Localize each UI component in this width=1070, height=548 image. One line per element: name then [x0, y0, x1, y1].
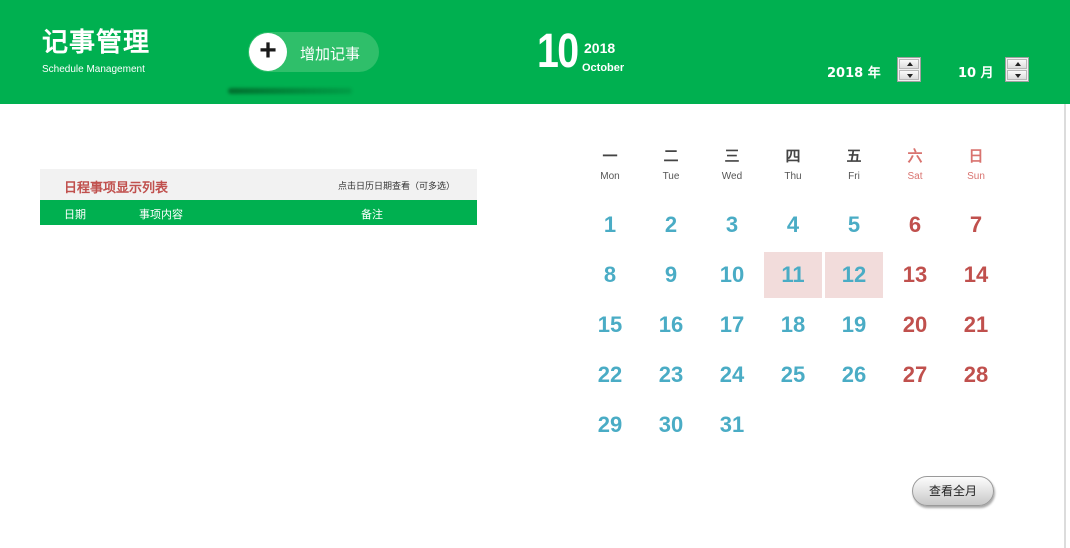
arrow-up-icon	[1015, 62, 1021, 66]
column-header-remarks: 备注	[361, 208, 383, 221]
column-header-date: 日期	[64, 208, 86, 221]
month-select-label: 10 月	[958, 66, 994, 81]
weekday-label-en: Mon	[600, 171, 620, 182]
calendar-day[interactable]: 13	[886, 252, 944, 298]
calendar-day[interactable]: 3	[703, 202, 761, 248]
blurred-text	[228, 88, 352, 94]
current-year: 2018	[584, 40, 616, 56]
calendar-day[interactable]: 21	[947, 302, 1005, 348]
calendar-day[interactable]: 28	[947, 352, 1005, 398]
calendar-day[interactable]: 14	[947, 252, 1005, 298]
schedule-list-hint: 点击日历日期查看（可多选）	[338, 182, 456, 192]
schedule-list-header: 日程事项显示列表 点击日历日期查看（可多选）	[40, 169, 477, 200]
weekday-label-zh: 一	[602, 147, 618, 165]
weekday-label-en: Wed	[721, 171, 743, 182]
weekday-header-sat: 六 Sat	[885, 145, 945, 182]
calendar-day[interactable]: 1	[581, 202, 639, 248]
year-select-label: 2018 年	[827, 66, 881, 81]
calendar-day[interactable]: 7	[947, 202, 1005, 248]
calendar-day[interactable]: 30	[642, 402, 700, 448]
calendar-day[interactable]: 16	[642, 302, 700, 348]
arrow-down-icon	[1015, 74, 1021, 78]
column-header-content: 事项内容	[139, 208, 183, 221]
view-month-button[interactable]: 查看全月	[912, 476, 994, 506]
weekday-label-zh: 日	[968, 147, 984, 165]
calendar-day[interactable]: 23	[642, 352, 700, 398]
calendar-day[interactable]: 11	[764, 252, 822, 298]
schedule-table-header: 日期 事项内容 备注	[40, 200, 477, 225]
weekday-label-en: Sat	[907, 171, 923, 182]
year-spinner[interactable]	[897, 57, 921, 82]
schedule-list-title: 日程事项显示列表	[64, 181, 169, 196]
calendar-day[interactable]: 19	[825, 302, 883, 348]
weekday-header-sun: 日 Sun	[946, 145, 1006, 182]
weekday-header-mon: 一 Mon	[580, 145, 640, 182]
calendar-day[interactable]: 29	[581, 402, 639, 448]
scrollbar-edge	[1064, 104, 1066, 548]
calendar-day[interactable]: 17	[703, 302, 761, 348]
current-month-name: October	[582, 62, 625, 74]
arrow-down-icon	[907, 74, 913, 78]
current-day: 10	[537, 25, 579, 78]
add-note-button[interactable]: + 增加记事	[248, 32, 379, 72]
calendar-day[interactable]: 9	[642, 252, 700, 298]
calendar-day[interactable]: 2	[642, 202, 700, 248]
weekday-label-zh: 二	[663, 147, 679, 165]
calendar-day[interactable]: 5	[825, 202, 883, 248]
weekday-header-thu: 四 Thu	[763, 145, 823, 182]
calendar-day[interactable]: 27	[886, 352, 944, 398]
calendar-day[interactable]: 20	[886, 302, 944, 348]
weekday-header-fri: 五 Fri	[824, 145, 884, 182]
calendar-day[interactable]: 10	[703, 252, 761, 298]
calendar-day[interactable]: 26	[825, 352, 883, 398]
month-down-button[interactable]	[1007, 70, 1027, 80]
add-note-label: 增加记事	[300, 45, 361, 63]
calendar-day[interactable]: 18	[764, 302, 822, 348]
calendar-day[interactable]: 6	[886, 202, 944, 248]
year-up-button[interactable]	[899, 59, 919, 69]
calendar-day[interactable]: 24	[703, 352, 761, 398]
weekday-header-tue: 二 Tue	[641, 145, 701, 182]
calendar-day[interactable]: 12	[825, 252, 883, 298]
month-spinner[interactable]	[1005, 57, 1029, 82]
header-bar: 记事管理 Schedule Management + 增加记事 10 2018 …	[0, 0, 1070, 104]
weekday-label-en: Tue	[662, 171, 680, 182]
year-down-button[interactable]	[899, 70, 919, 80]
month-up-button[interactable]	[1007, 59, 1027, 69]
weekday-label-en: Fri	[848, 171, 860, 182]
calendar-day[interactable]: 4	[764, 202, 822, 248]
plus-icon: +	[249, 33, 287, 71]
weekday-label-zh: 五	[846, 147, 862, 165]
calendar-day[interactable]: 8	[581, 252, 639, 298]
weekday-label-zh: 四	[785, 147, 801, 165]
weekday-label-en: Thu	[784, 171, 802, 182]
arrow-up-icon	[907, 62, 913, 66]
calendar-day[interactable]: 15	[581, 302, 639, 348]
weekday-label-zh: 六	[907, 147, 923, 165]
app-title: 记事管理	[42, 28, 151, 58]
weekday-label-en: Sun	[967, 171, 985, 182]
weekday-header-wed: 三 Wed	[702, 145, 762, 182]
calendar-day[interactable]: 31	[703, 402, 761, 448]
app-subtitle: Schedule Management	[42, 64, 145, 75]
weekday-label-zh: 三	[724, 147, 740, 165]
schedule-list-panel: 日程事项显示列表 点击日历日期查看（可多选） 日期 事项内容 备注	[40, 169, 477, 225]
calendar-day[interactable]: 22	[581, 352, 639, 398]
calendar-day[interactable]: 25	[764, 352, 822, 398]
